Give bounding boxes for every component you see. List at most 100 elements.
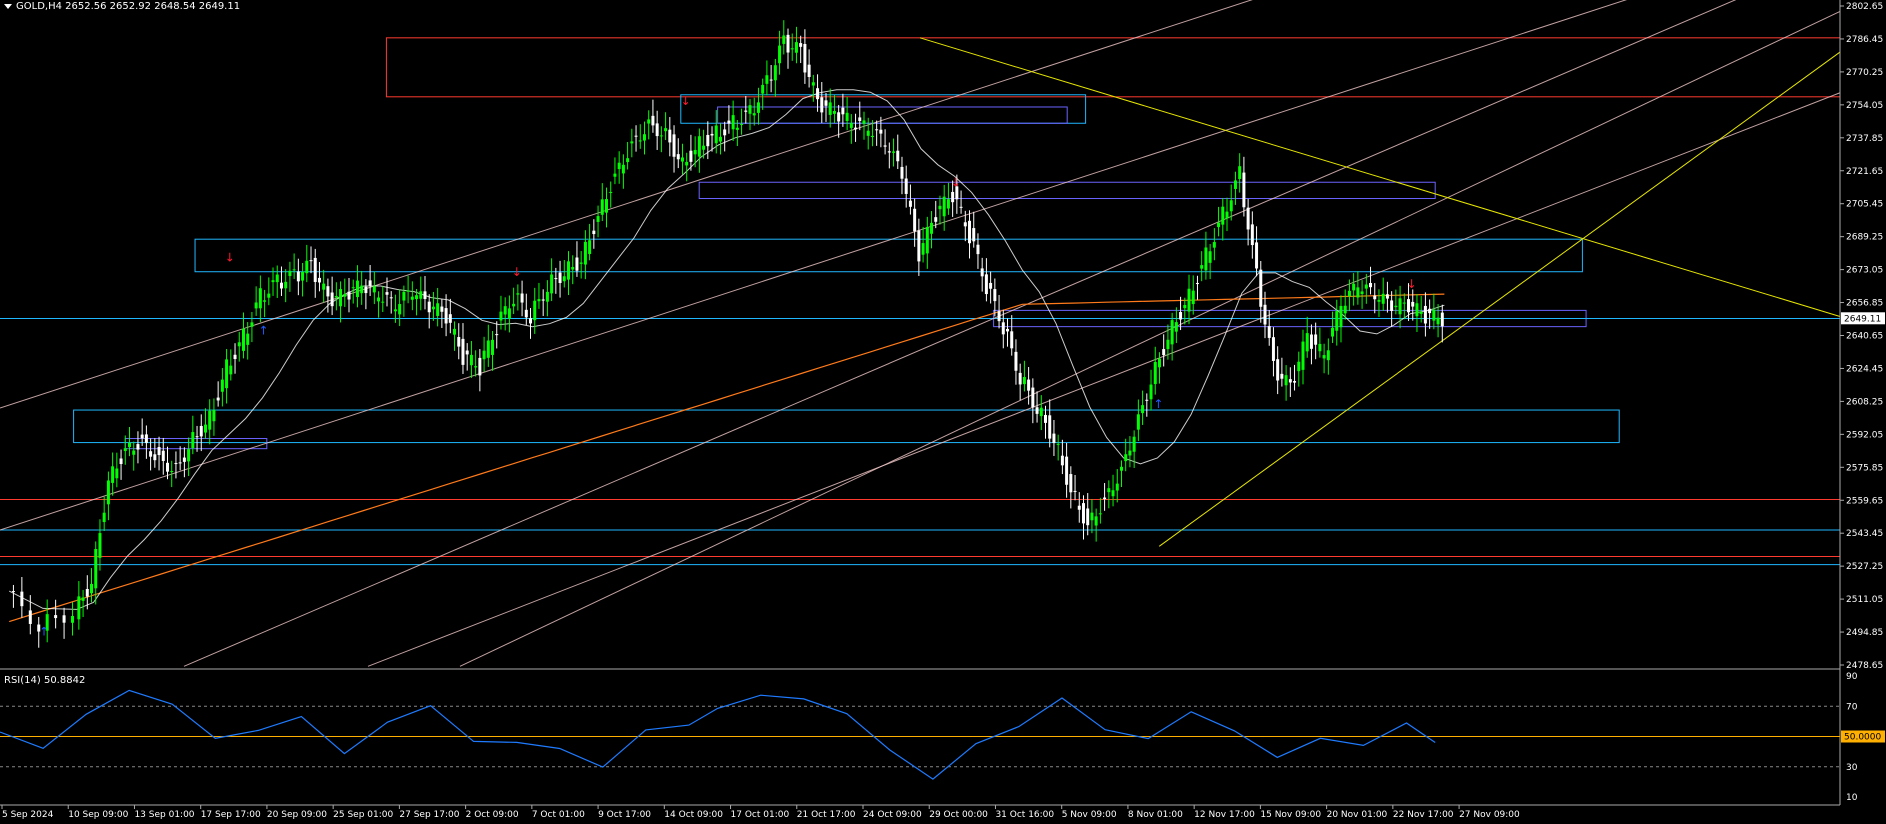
candle-body bbox=[976, 244, 980, 255]
candle-body bbox=[507, 308, 511, 319]
candle-body bbox=[1276, 359, 1280, 381]
y-tick-label: 2527.25 bbox=[1846, 562, 1883, 572]
candle-body bbox=[685, 161, 689, 166]
candle-body bbox=[1356, 287, 1360, 298]
candle-body bbox=[1035, 407, 1039, 414]
candle-body bbox=[676, 154, 680, 160]
y-tick-label: 2705.45 bbox=[1846, 200, 1883, 210]
candle-body bbox=[554, 278, 558, 280]
candle-body bbox=[659, 135, 663, 137]
candle-body bbox=[778, 45, 782, 64]
candle-body bbox=[351, 287, 355, 289]
candle-body bbox=[1225, 211, 1229, 219]
candle-body bbox=[1014, 351, 1018, 371]
candle-body bbox=[111, 466, 115, 483]
x-tick-label: 14 Oct 09:00 bbox=[664, 810, 723, 820]
candle-body bbox=[558, 272, 562, 284]
candle-body bbox=[423, 291, 427, 299]
candle-body bbox=[491, 339, 495, 355]
candle-body bbox=[339, 289, 343, 307]
candle-body bbox=[1377, 299, 1381, 302]
candle-body bbox=[934, 217, 938, 222]
candle-body bbox=[368, 280, 372, 286]
candle-body bbox=[1090, 512, 1094, 521]
candle-body bbox=[220, 379, 224, 392]
candle-body bbox=[723, 129, 727, 136]
candle-body bbox=[90, 583, 94, 594]
y-tick-label: 2511.05 bbox=[1846, 595, 1883, 605]
rsi-line bbox=[0, 689, 1436, 780]
candle-body bbox=[1136, 414, 1140, 430]
candle-body bbox=[161, 450, 165, 461]
candle-body bbox=[436, 303, 440, 316]
candle-body bbox=[317, 277, 321, 283]
trend-lines-layer bbox=[0, 0, 1841, 667]
y-tick-label: 2754.05 bbox=[1846, 101, 1883, 111]
candle-body bbox=[1077, 505, 1081, 510]
arrow-up-icon: ↑ bbox=[39, 625, 49, 639]
candle-body bbox=[1069, 474, 1073, 493]
candle-body bbox=[642, 134, 646, 141]
candle-body bbox=[1162, 349, 1166, 356]
arrow-up-icon: ↑ bbox=[258, 324, 268, 338]
candle-body bbox=[524, 309, 528, 318]
candle-body bbox=[972, 228, 976, 242]
candle-body bbox=[588, 240, 592, 255]
candle-body bbox=[951, 191, 955, 203]
candle-body bbox=[364, 286, 368, 294]
candle-body bbox=[1297, 361, 1301, 372]
candle-body bbox=[583, 241, 587, 265]
candle-body bbox=[1157, 358, 1161, 368]
price-chart[interactable]: ↓ ↓ ↓ ↓ ↓ ↑ ↑ ↑ 2802.65 2786.45 2770.25 2754.05 273… bbox=[0, 0, 1886, 824]
zone-rect-purple bbox=[698, 181, 1436, 200]
candle-body bbox=[816, 88, 820, 100]
rsi-tag-label: 50.0000 bbox=[1844, 733, 1881, 743]
candle-body bbox=[1191, 290, 1195, 305]
candle-body bbox=[1128, 450, 1132, 456]
candle-body bbox=[913, 208, 917, 232]
candle-body bbox=[149, 451, 153, 457]
time-axis: 5 Sep 2024 10 Sep 09:00 13 Sep 01:00 17 Sep… bbox=[1, 805, 1520, 820]
candle-body bbox=[440, 306, 444, 312]
candle-body bbox=[1107, 488, 1111, 493]
candle-body bbox=[638, 140, 642, 142]
zones-layer bbox=[0, 37, 1841, 566]
candle-body bbox=[279, 282, 283, 289]
candle-body bbox=[499, 311, 503, 321]
candle-body bbox=[203, 424, 207, 433]
candle-body bbox=[896, 150, 900, 162]
candle-body bbox=[799, 43, 803, 47]
candle-body bbox=[832, 110, 836, 114]
candle-body bbox=[1086, 508, 1090, 526]
y-tick-label: 2640.65 bbox=[1846, 332, 1883, 342]
zone-rect-blue bbox=[194, 238, 1583, 273]
zone-rect-red bbox=[385, 37, 1841, 98]
candle-body bbox=[1149, 384, 1153, 400]
x-tick-label: 31 Oct 16:00 bbox=[995, 810, 1054, 820]
candle-body bbox=[419, 291, 423, 299]
candle-body bbox=[1331, 327, 1335, 337]
candle-body bbox=[617, 162, 621, 170]
candle-body bbox=[1141, 405, 1145, 414]
candle-body bbox=[1217, 222, 1221, 228]
candle-body bbox=[1018, 372, 1022, 385]
candle-body bbox=[1259, 269, 1263, 307]
candle-body bbox=[1145, 399, 1149, 401]
y-tick-label: 2543.45 bbox=[1846, 529, 1883, 539]
channel-line bbox=[183, 0, 1737, 667]
candle-body bbox=[427, 301, 431, 313]
x-tick-label: 10 Sep 09:00 bbox=[68, 810, 128, 820]
candle-body bbox=[613, 173, 617, 177]
candle-body bbox=[537, 299, 541, 302]
x-tick-label: 27 Sep 17:00 bbox=[399, 810, 459, 820]
ma-fast-line bbox=[8, 89, 1445, 610]
candle-body bbox=[1039, 407, 1043, 417]
candle-body bbox=[1132, 436, 1136, 452]
candle-body bbox=[482, 350, 486, 360]
candle-body bbox=[81, 597, 85, 601]
candle-body bbox=[1221, 206, 1225, 225]
candle-body bbox=[444, 308, 448, 324]
candle-body bbox=[115, 468, 119, 479]
candle-body bbox=[870, 135, 874, 138]
candle-body bbox=[1031, 387, 1035, 408]
